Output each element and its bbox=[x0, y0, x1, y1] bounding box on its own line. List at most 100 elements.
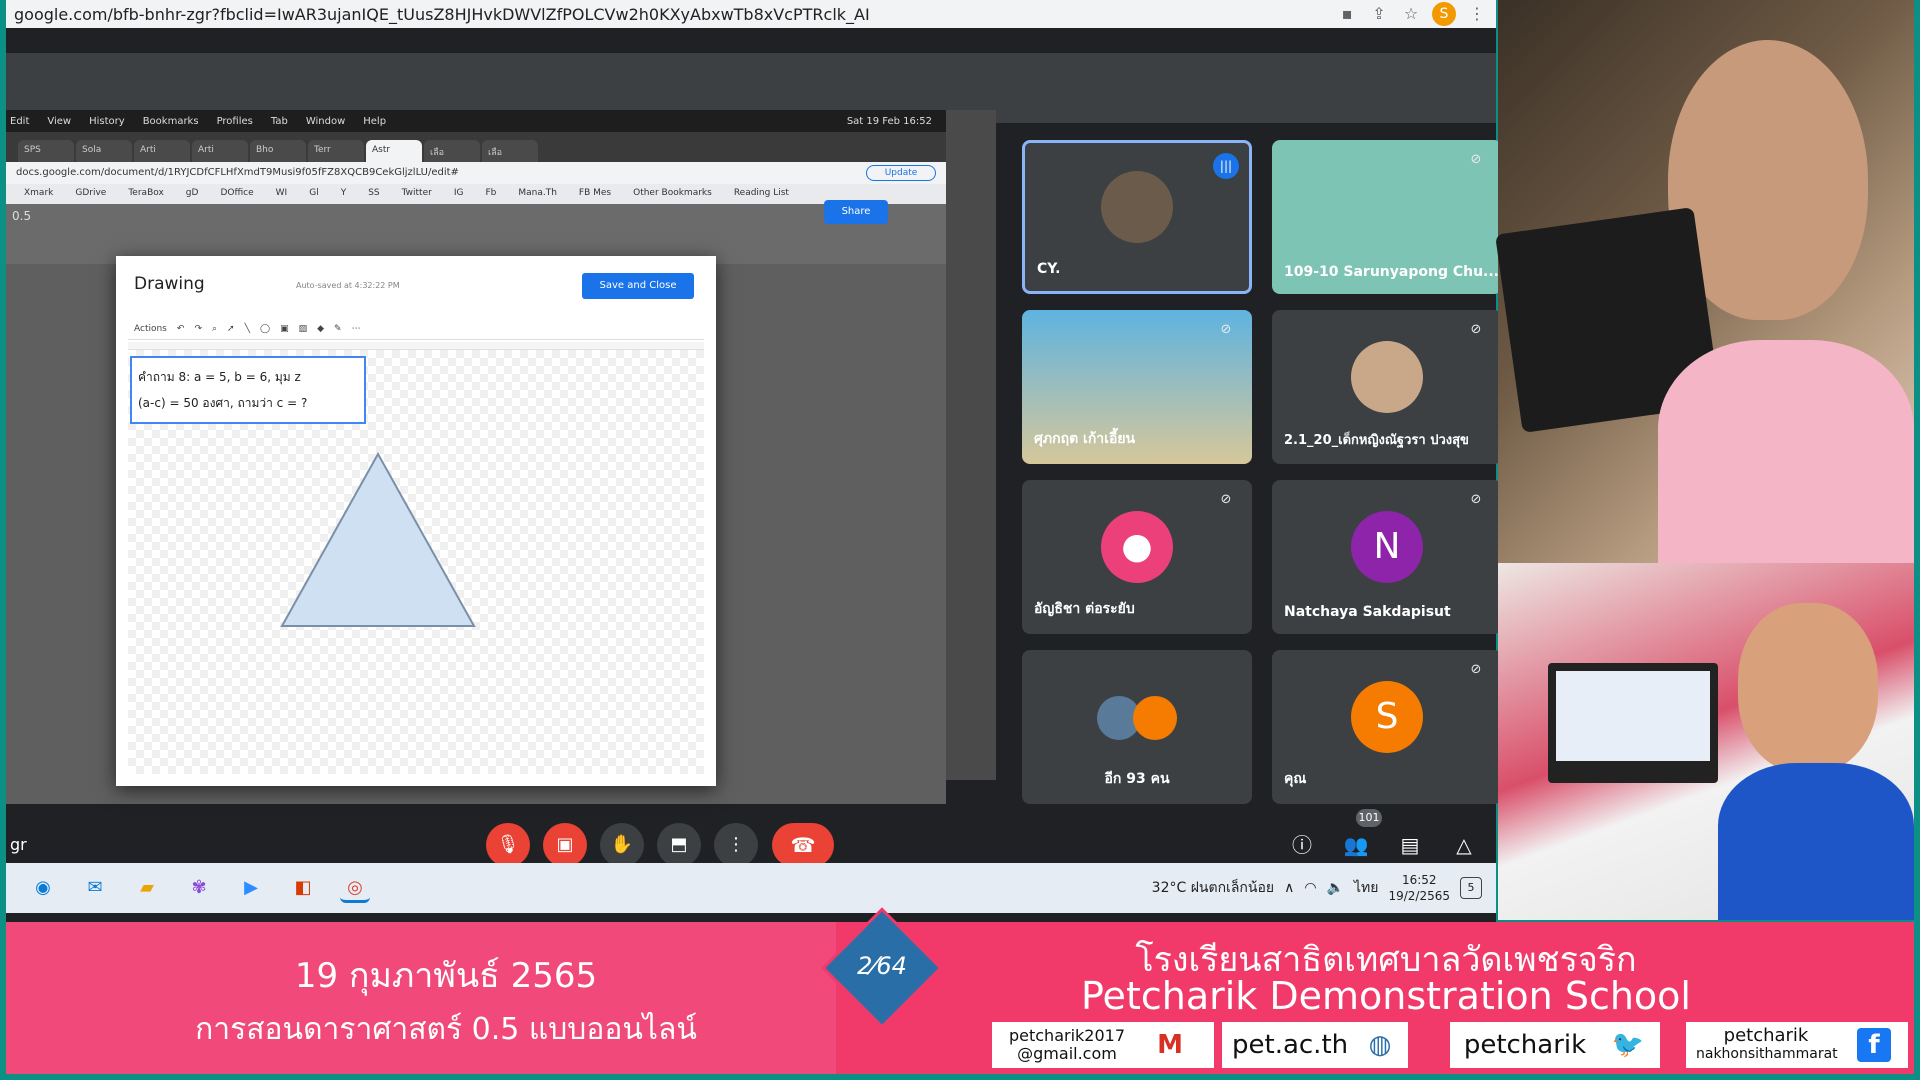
inner-tab[interactable]: Sola bbox=[76, 140, 132, 162]
bookmark[interactable]: DOffice bbox=[220, 188, 253, 200]
volume-icon[interactable]: 🔈 bbox=[1327, 880, 1344, 896]
bookmark[interactable]: GDrive bbox=[75, 188, 106, 200]
bookmark[interactable]: gD bbox=[186, 188, 199, 200]
camera-off-button[interactable]: ▣ bbox=[543, 823, 587, 867]
question-textbox[interactable]: คำถาม 8: a = 5, b = 6, มุม z (a-c) = 50 … bbox=[130, 356, 366, 424]
url-text[interactable]: google.com/bfb-bnhr-zgr?fbclid=IwAR3ujan… bbox=[14, 5, 1326, 24]
shape-icon[interactable]: ◯ bbox=[260, 324, 270, 334]
twitter-contact[interactable]: petcharik 🐦 bbox=[1450, 1022, 1660, 1068]
save-and-close-button[interactable]: Save and Close bbox=[582, 273, 694, 299]
bookmark[interactable]: Reading List bbox=[734, 188, 789, 200]
bookmark[interactable]: WI bbox=[276, 188, 288, 200]
group-avatars bbox=[1092, 681, 1182, 753]
chrome-icon[interactable]: ◎ bbox=[340, 873, 370, 903]
participant-tile[interactable]: N ⊘ Natchaya Sakdapisut bbox=[1272, 480, 1502, 634]
bookmark[interactable]: Xmark bbox=[24, 188, 53, 200]
bookmark[interactable]: SS bbox=[368, 188, 379, 200]
zoom-icon[interactable]: ⌕ bbox=[212, 324, 217, 334]
participant-tile[interactable]: ⊘ 2.1_20_เด็กหญิงณัฐวรา ปวงสุข bbox=[1272, 310, 1502, 464]
facebook-contact[interactable]: petcharik nakhonsithammarat f bbox=[1686, 1022, 1908, 1068]
camera-icon[interactable]: ▪ bbox=[1336, 3, 1358, 25]
actions-menu[interactable]: Actions bbox=[134, 324, 167, 334]
menu-icon[interactable]: ⋮ bbox=[1466, 3, 1488, 25]
raise-hand-button[interactable]: ✋ bbox=[600, 823, 644, 867]
bookmark[interactable]: Mana.Th bbox=[518, 188, 557, 200]
bookmark[interactable]: Twitter bbox=[402, 188, 432, 200]
info-icon[interactable]: ⓘ bbox=[1286, 829, 1318, 861]
update-button[interactable]: Update bbox=[866, 165, 936, 181]
more-participants-tile[interactable]: อีก 93 คน bbox=[1022, 650, 1252, 804]
leave-call-button[interactable]: ☎ bbox=[772, 823, 834, 867]
bookmark[interactable]: Other Bookmarks bbox=[633, 188, 712, 200]
email-contact[interactable]: petcharik2017 @gmail.com M bbox=[992, 1022, 1214, 1068]
star-icon[interactable]: ☆ bbox=[1400, 3, 1422, 25]
inner-tab[interactable]: เลือ bbox=[482, 140, 538, 162]
menu-history[interactable]: History bbox=[89, 116, 125, 127]
present-button[interactable]: ⬒ bbox=[657, 823, 701, 867]
page-number: 2⁄64 bbox=[857, 952, 907, 980]
people-icon[interactable]: 👥 bbox=[1340, 829, 1372, 861]
menu-edit[interactable]: Edit bbox=[10, 116, 29, 127]
bookmark[interactable]: IG bbox=[454, 188, 464, 200]
inner-tab[interactable]: Arti bbox=[134, 140, 190, 162]
menu-help[interactable]: Help bbox=[363, 116, 386, 127]
clock[interactable]: 16:52 19/2/2565 bbox=[1388, 872, 1450, 904]
menu-window[interactable]: Window bbox=[306, 116, 345, 127]
edge-icon[interactable]: ◉ bbox=[28, 873, 58, 903]
inner-url[interactable]: docs.google.com/document/d/1RYJCDfCFLHfX… bbox=[16, 167, 459, 179]
chat-icon[interactable]: ▤ bbox=[1394, 829, 1426, 861]
bookmark[interactable]: TeraBox bbox=[128, 188, 163, 200]
inner-tab[interactable]: Arti bbox=[192, 140, 248, 162]
docs-share-button[interactable]: Share bbox=[824, 200, 888, 224]
textbox-icon[interactable]: ▣ bbox=[280, 324, 289, 334]
participant-tile[interactable]: ⊘ ศุภกฤต เก้าเอี้ยน bbox=[1022, 310, 1252, 464]
triangle-shape[interactable] bbox=[278, 450, 478, 630]
more-options-button[interactable]: ⋮ bbox=[714, 823, 758, 867]
menu-bookmarks[interactable]: Bookmarks bbox=[143, 116, 199, 127]
bookmark[interactable]: FB Mes bbox=[579, 188, 611, 200]
wifi-icon[interactable]: ◠ bbox=[1304, 880, 1316, 896]
app-icon[interactable]: ✾ bbox=[184, 873, 214, 903]
website-contact[interactable]: pet.ac.th ◍ bbox=[1222, 1022, 1408, 1068]
language-indicator[interactable]: ไทย bbox=[1354, 877, 1378, 899]
select-icon[interactable]: ➚ bbox=[227, 324, 235, 334]
image-icon[interactable]: ▨ bbox=[299, 324, 308, 334]
inner-tab[interactable]: Bho bbox=[250, 140, 306, 162]
office-icon[interactable]: ◧ bbox=[288, 873, 318, 903]
profile-avatar[interactable]: S bbox=[1432, 2, 1456, 26]
mic-off-button[interactable]: 🎙 bbox=[486, 823, 530, 867]
pen-icon[interactable]: ✎ bbox=[334, 324, 342, 334]
self-tile[interactable]: S ⊘ คุณ bbox=[1272, 650, 1502, 804]
menu-profiles[interactable]: Profiles bbox=[217, 116, 253, 127]
inner-address-bar[interactable]: docs.google.com/document/d/1RYJCDfCFLHfX… bbox=[6, 162, 946, 184]
inner-tab[interactable]: เลือ bbox=[424, 140, 480, 162]
inner-tab[interactable]: Terr bbox=[308, 140, 364, 162]
inner-tab[interactable]: SPS bbox=[18, 140, 74, 162]
activities-icon[interactable]: △ bbox=[1448, 829, 1480, 861]
docs-title[interactable]: 0.5 bbox=[12, 209, 31, 223]
drawing-canvas[interactable]: คำถาม 8: a = 5, b = 6, มุม z (a-c) = 50 … bbox=[128, 350, 704, 774]
browser-url-bar[interactable]: google.com/bfb-bnhr-zgr?fbclid=IwAR3ujan… bbox=[6, 0, 1496, 28]
bookmark[interactable]: Gl bbox=[309, 188, 318, 200]
zoom-icon[interactable]: ▶ bbox=[236, 873, 266, 903]
mail-icon[interactable]: ✉ bbox=[80, 873, 110, 903]
bookmark[interactable]: Y bbox=[341, 188, 347, 200]
participant-tile[interactable]: ⊘ 109-10 Sarunyapong Chu... bbox=[1272, 140, 1502, 294]
participant-tile[interactable]: ● ⊘ อัญธิชา ต่อระยับ bbox=[1022, 480, 1252, 634]
participant-tile[interactable]: ||| CY. bbox=[1022, 140, 1252, 294]
meeting-code: gr bbox=[10, 835, 27, 854]
menu-view[interactable]: View bbox=[47, 116, 71, 127]
tray-chevron-icon[interactable]: ∧ bbox=[1284, 880, 1294, 896]
file-explorer-icon[interactable]: ▰ bbox=[132, 873, 162, 903]
menu-tab[interactable]: Tab bbox=[271, 116, 288, 127]
weather-status[interactable]: 32°C ฝนตกเล็กน้อย bbox=[1152, 877, 1274, 899]
inner-tab-active[interactable]: Astr bbox=[366, 140, 422, 162]
line-icon[interactable]: ╲ bbox=[245, 324, 250, 334]
share-icon[interactable]: ⇪ bbox=[1368, 3, 1390, 25]
fill-icon[interactable]: ◆ bbox=[317, 324, 324, 334]
bookmark[interactable]: Fb bbox=[485, 188, 496, 200]
redo-icon[interactable]: ↷ bbox=[194, 324, 202, 334]
notification-badge[interactable]: 5 bbox=[1460, 877, 1482, 899]
more-icon[interactable]: ⋯ bbox=[352, 324, 361, 334]
undo-icon[interactable]: ↶ bbox=[177, 324, 185, 334]
